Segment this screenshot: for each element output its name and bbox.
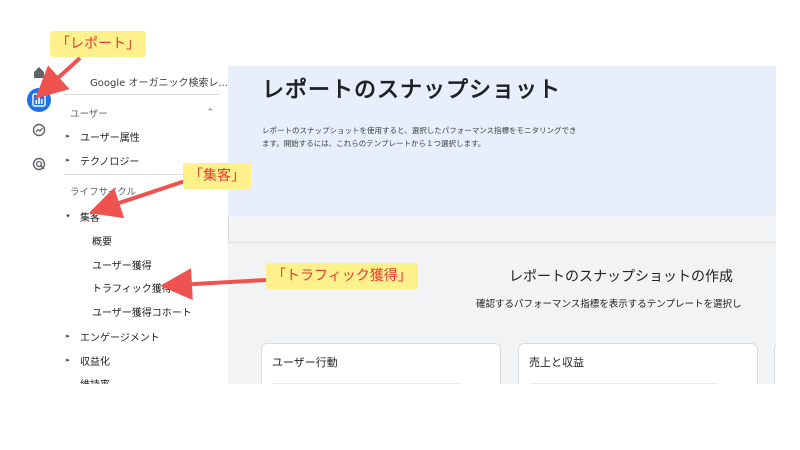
callout-report: 「レポート」	[50, 31, 146, 57]
annotation-arrows	[35, 56, 267, 301]
callout-acquisition: 「集客」	[183, 163, 251, 189]
callout-traffic-acquisition: 「トラフィック獲得」	[266, 263, 418, 289]
arrow-to-acquisition	[88, 178, 189, 219]
arrow-to-reports-icon	[35, 56, 82, 99]
arrow-to-traffic-acquisition	[160, 268, 267, 301]
